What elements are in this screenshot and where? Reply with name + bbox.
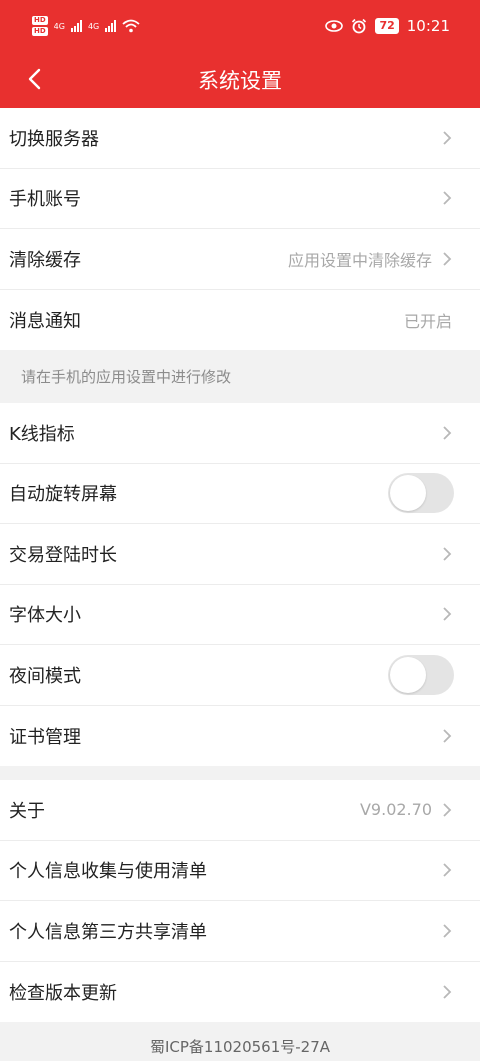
chevron-right-icon [442,606,452,622]
status-right: 72 10:21 [325,17,450,35]
row-label: 清除缓存 [9,249,81,271]
font-size-row[interactable]: 字体大小 [0,584,480,645]
chevron-right-icon [442,923,452,939]
status-left: HD HD 4G 4G [32,16,140,36]
night-mode-row: 夜间模式 [0,645,480,706]
hd-badge: HD [32,16,48,25]
row-label: 消息通知 [9,310,81,332]
chevron-right-icon [442,984,452,1000]
switch-server-row[interactable]: 切换服务器 [0,108,480,169]
row-value: 应用设置中清除缓存 [287,250,432,270]
k-line-indicator-row[interactable]: K线指标 [0,403,480,464]
back-icon[interactable] [22,64,46,94]
certificate-management-row[interactable]: 证书管理 [0,705,480,766]
chevron-right-icon [442,130,452,146]
page-title: 系统设置 [198,69,282,93]
third-party-sharing-row[interactable]: 个人信息第三方共享清单 [0,901,480,962]
battery-indicator: 72 [375,18,399,34]
settings-group-about: 关于 V9.02.70 个人信息收集与使用清单 个人信息第三方共享清单 检查版本… [0,780,480,1022]
alarm-icon [352,18,367,34]
phone-account-row[interactable]: 手机账号 [0,168,480,229]
row-label: 证书管理 [9,726,81,748]
status-bar: HD HD 4G 4G 72 10:21 [0,0,480,52]
network-type-label: 4G [87,21,100,31]
message-notification-row[interactable]: 消息通知 已开启 [0,289,480,350]
chevron-right-icon [442,425,452,441]
version-value: V9.02.70 [359,800,432,820]
night-mode-toggle[interactable] [388,654,454,695]
eye-icon [325,20,344,32]
toggle-knob [390,475,426,512]
row-label: 检查版本更新 [9,982,117,1004]
chevron-right-icon [442,546,452,562]
hd-badges: HD HD [32,16,48,36]
row-label: 手机账号 [9,189,81,211]
nav-bar: 系统设置 [0,52,480,108]
settings-group-server: 切换服务器 手机账号 清除缓存 应用设置中清除缓存 消息通知 已开启 [0,108,480,350]
clear-cache-row[interactable]: 清除缓存 应用设置中清除缓存 [0,229,480,290]
row-label: K线指标 [9,423,75,445]
chevron-right-icon [442,728,452,744]
signal-icon [70,20,82,32]
check-update-row[interactable]: 检查版本更新 [0,961,480,1022]
app-header: HD HD 4G 4G 72 10:21 系统设置 [0,0,480,108]
personal-info-collection-row[interactable]: 个人信息收集与使用清单 [0,840,480,901]
row-label: 交易登陆时长 [9,544,117,566]
toggle-knob [390,656,426,693]
about-row[interactable]: 关于 V9.02.70 [0,780,480,841]
section-gap [0,766,480,780]
row-label: 夜间模式 [9,665,81,687]
chevron-right-icon [442,862,452,878]
row-label: 个人信息第三方共享清单 [9,921,207,943]
auto-rotate-row: 自动旋转屏幕 [0,463,480,524]
row-label: 切换服务器 [9,128,99,150]
status-time: 10:21 [406,17,450,35]
settings-note: 请在手机的应用设置中进行修改 [0,350,480,403]
trade-login-duration-row[interactable]: 交易登陆时长 [0,524,480,585]
wifi-icon [122,19,140,33]
row-label: 个人信息收集与使用清单 [9,861,207,883]
row-label: 字体大小 [9,605,81,627]
network-type-label: 4G [53,21,65,31]
icp-footer: 蜀ICP备11020561号-27A [149,1038,331,1056]
row-value: 已开启 [403,311,452,331]
settings-group-display: K线指标 自动旋转屏幕 交易登陆时长 字体大小 夜间模式 证书管理 [0,403,480,766]
signal-icon [105,20,117,32]
row-label: 自动旋转屏幕 [9,484,117,506]
row-label: 关于 [9,800,45,822]
auto-rotate-toggle[interactable] [388,473,454,514]
chevron-right-icon [442,190,452,206]
chevron-right-icon [442,802,452,818]
hd-badge: HD [32,27,48,36]
settings-list: 切换服务器 手机账号 清除缓存 应用设置中清除缓存 消息通知 已开启 请在手机的… [0,108,480,1022]
chevron-right-icon [442,251,452,267]
